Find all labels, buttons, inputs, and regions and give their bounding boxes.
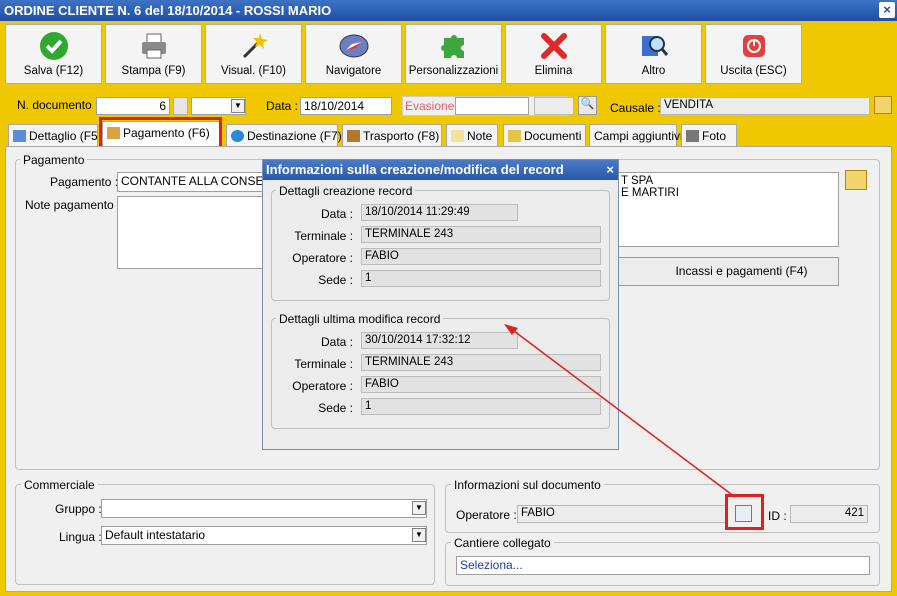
annotation-arrow (504, 324, 736, 498)
